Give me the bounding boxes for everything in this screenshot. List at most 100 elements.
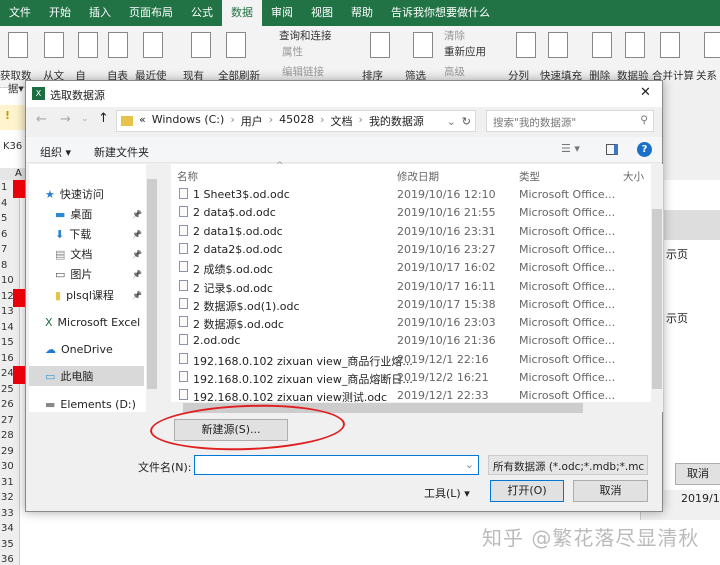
column-header-date[interactable]: 修改日期 (397, 169, 439, 184)
tab-5[interactable]: 数据 (222, 0, 262, 26)
new-folder-button[interactable]: 新建文件夹 (94, 144, 149, 160)
file-row[interactable]: 2 data2$.od.odc 2019/10/16 23:27 Microsoft… (171, 241, 641, 259)
file-row[interactable]: 2 记录$.od.odc 2019/10/17 16:11 Microsoft Of… (171, 278, 641, 296)
organize-button[interactable]: 组织 ▾ (40, 144, 71, 160)
nav-item-computer[interactable]: ▭ 此电脑 (29, 366, 144, 386)
tab-8[interactable]: 帮助 (342, 0, 382, 26)
nav-item-download[interactable]: ⬇ 下载 📌 (29, 224, 144, 244)
column-header-name[interactable]: 名称 (177, 169, 198, 184)
tab-0[interactable]: 文件 (0, 0, 40, 26)
nav-item-folder[interactable]: ▮ plsql课程 📌 (29, 285, 144, 305)
column-header-type[interactable]: 类型 (519, 169, 540, 184)
address-dropdown-icon[interactable]: ⌄ (447, 115, 456, 128)
star-icon: ★ (45, 187, 55, 201)
ribbon-7[interactable]: 查询和连接 (279, 30, 332, 43)
cancel-button[interactable]: 取消 (573, 480, 648, 502)
pin-icon[interactable]: 📌 (132, 230, 142, 239)
pin-icon[interactable]: 📌 (132, 250, 142, 259)
close-button[interactable]: ✕ (640, 85, 651, 100)
nav-item-drive[interactable]: ▬ Elements (D:) (29, 394, 144, 414)
tab-6[interactable]: 审阅 (262, 0, 302, 26)
tools-menu[interactable]: 工具(L) ▾ (424, 485, 470, 501)
file-row[interactable]: 2 数据源$.od.odc 2019/10/16 23:03 Microsoft O… (171, 314, 641, 332)
nav-scrollbar[interactable] (146, 164, 158, 412)
nav-item-picture[interactable]: ▭ 图片 📌 (29, 264, 144, 284)
nav-item-desktop[interactable]: ▬ 桌面 📌 (29, 204, 144, 224)
row-number: 16 (1, 352, 14, 364)
file-date: 2019/12/2 16:21 (397, 371, 489, 384)
desktop-icon: ▬ (55, 207, 66, 221)
filename-input[interactable]: ⌄ (194, 455, 479, 475)
nav-item-document[interactable]: ▤ 文档 📌 (29, 244, 144, 264)
file-name: 192.168.0.102 zixuan view_商品行业熔... (193, 354, 413, 368)
row-number: 13 (1, 306, 14, 317)
filename-dropdown-icon[interactable]: ⌄ (465, 458, 474, 471)
ribbon-13[interactable]: 重新应用 (444, 46, 486, 59)
file-row[interactable]: 192.168.0.102 zixuan view_商品行业熔... 2019/1… (171, 351, 641, 369)
up-icon[interactable]: ↑ (98, 111, 109, 126)
row-number: 8 (1, 259, 8, 271)
file-row[interactable]: 192.168.0.102 zixuan view_商品熔断日... 2019/1… (171, 369, 641, 387)
warning-icon: ! (5, 109, 11, 122)
breadcrumb-item[interactable]: 用户 (241, 113, 263, 129)
pin-icon[interactable]: 📌 (132, 270, 142, 279)
row-number: 10 (1, 275, 14, 286)
preview-pane-icon[interactable] (606, 144, 618, 155)
file-row[interactable]: 2 数据源$.od(1).odc 2019/10/17 15:38 Microsof… (171, 296, 641, 314)
help-icon[interactable]: ? (637, 142, 652, 157)
back-icon[interactable]: ← (36, 112, 47, 127)
tab-4[interactable]: 公式 (182, 0, 222, 26)
view-options-icon[interactable]: ☰ ▾ (561, 142, 580, 155)
address-bar[interactable]: « Windows (C:) › 用户 › 45028 › 文档 › 我的数据源 ⌄ ↻ (116, 110, 476, 132)
pin-icon[interactable]: 📌 (132, 210, 142, 219)
open-button[interactable]: 打开(O) (490, 480, 564, 502)
tab-9[interactable]: 告诉我你想要做什么 (382, 0, 499, 26)
search-input[interactable]: 搜索"我的数据源" ⚲ (486, 110, 654, 132)
column-header-size[interactable]: 大小 (623, 169, 644, 184)
row-number: 28 (1, 430, 14, 441)
ribbon-9[interactable]: 编辑链接 (282, 66, 324, 79)
tab-1[interactable]: 开始 (40, 0, 80, 26)
nav-item-cloud[interactable]: ☁ OneDrive (29, 339, 144, 359)
refresh-icon[interactable]: ↻ (462, 115, 475, 128)
file-icon (179, 224, 188, 236)
nav-item-label: 此电脑 (60, 370, 94, 383)
ribbon-12[interactable]: 清除 (444, 30, 465, 43)
breadcrumb-item[interactable]: 我的数据源 (369, 113, 424, 129)
file-type: Microsoft Office... (519, 352, 616, 366)
vertical-scrollbar[interactable] (651, 164, 663, 412)
file-row[interactable]: 1 Sheet3$.od.odc 2019/10/16 12:10 Microsof… (171, 186, 641, 204)
background-cancel-button[interactable]: 取消 (675, 463, 720, 485)
file-date: 2019/12/1 22:33 (397, 389, 489, 403)
row-number: 33 (1, 507, 14, 519)
nav-item-excel[interactable]: X Microsoft Excel (29, 312, 144, 332)
nav-item-star[interactable]: ★ 快速访问 (29, 184, 144, 204)
file-row[interactable]: 2 成绩$.od.odc 2019/10/17 16:02 Microsoft Of… (171, 259, 641, 277)
ribbon-14[interactable]: 高级 (444, 66, 465, 79)
tab-2[interactable]: 插入 (80, 0, 120, 26)
file-row[interactable]: 2 data$.od.odc 2019/10/16 21:55 Microsoft … (171, 204, 641, 222)
file-type: Microsoft Office... (519, 242, 616, 256)
file-date: 2019/10/16 23:31 (397, 224, 496, 238)
ribbon-8[interactable]: 属性 (282, 46, 303, 59)
pin-icon[interactable]: 📌 (132, 291, 142, 300)
recent-dropdown-icon[interactable]: ⌄ (81, 114, 89, 124)
file-type: Microsoft Office... (519, 261, 616, 275)
cloud-icon: ☁ (45, 342, 56, 356)
breadcrumb-item[interactable]: Windows (C:) (152, 113, 225, 129)
breadcrumb-item[interactable]: 45028 (279, 113, 314, 129)
breadcrumb-separator: › (230, 113, 235, 126)
file-date: 2019/10/16 21:36 (397, 334, 496, 348)
drive-icon: ▬ (45, 397, 56, 411)
tab-7[interactable]: 视图 (302, 0, 342, 26)
file-row[interactable]: 2 data1$.od.odc 2019/10/16 23:31 Microsoft… (171, 223, 641, 241)
nav-item-label: Microsoft Excel (57, 315, 141, 329)
forward-icon[interactable]: → (60, 112, 71, 127)
breadcrumb-item[interactable]: 文档 (331, 113, 353, 129)
file-row[interactable]: 2.od.odc 2019/10/16 21:36 Microsoft Office… (171, 332, 641, 350)
file-icon (179, 334, 188, 346)
file-type-select[interactable]: 所有数据源 (*.odc;*.mdb;*.mc (488, 455, 648, 475)
tab-3[interactable]: 页面布局 (120, 0, 182, 26)
name-box[interactable]: K36 (0, 138, 25, 158)
file-type: Microsoft Office... (519, 224, 616, 238)
